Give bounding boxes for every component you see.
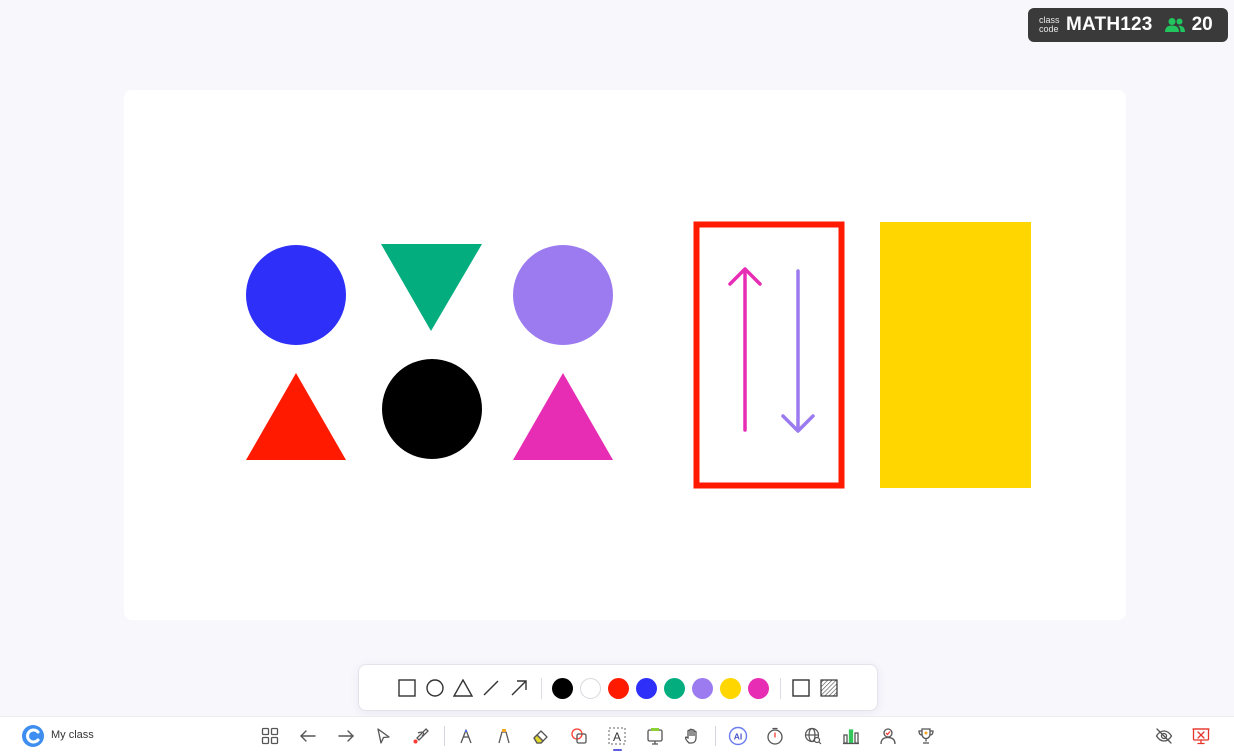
back-arrow-icon[interactable] xyxy=(297,725,319,747)
whiteboard-canvas[interactable] xyxy=(124,90,1126,620)
hand-icon[interactable] xyxy=(681,725,703,747)
line-icon[interactable] xyxy=(480,677,502,699)
arrow-icon[interactable] xyxy=(508,677,530,699)
shape-palette xyxy=(358,664,878,711)
participants: 20 xyxy=(1164,14,1213,36)
color-green-swatch[interactable] xyxy=(664,678,685,699)
class-name[interactable]: My class xyxy=(51,729,94,741)
student-pick-icon[interactable] xyxy=(877,725,899,747)
svg-text:AI: AI xyxy=(734,732,743,742)
color-black-swatch[interactable] xyxy=(552,678,573,699)
web-search-icon[interactable] xyxy=(802,725,824,747)
red-rectangle-outline-shape[interactable] xyxy=(693,221,845,489)
pink-triangle-shape[interactable] xyxy=(513,373,613,460)
color-white-swatch[interactable] xyxy=(580,678,601,699)
toolbar-divider xyxy=(444,726,445,746)
app-logo-icon[interactable] xyxy=(21,724,45,748)
participant-count: 20 xyxy=(1191,14,1213,35)
red-triangle-shape[interactable] xyxy=(246,373,346,460)
color-yellow-swatch[interactable] xyxy=(720,678,741,699)
eraser-icon[interactable] xyxy=(530,725,552,747)
outline-square-icon[interactable] xyxy=(790,677,812,699)
poll-chart-icon[interactable] xyxy=(840,725,862,747)
shapes-icon[interactable] xyxy=(568,725,590,747)
class-code-label: class code xyxy=(1039,15,1060,34)
pink-arrow-up-shape[interactable] xyxy=(728,267,762,432)
palette-divider xyxy=(780,678,781,699)
green-triangle-down-shape[interactable] xyxy=(381,244,482,331)
square-icon[interactable] xyxy=(396,677,418,699)
highlighter-icon[interactable] xyxy=(493,725,515,747)
hide-icon[interactable] xyxy=(1153,725,1175,747)
purple-arrow-down-shape[interactable] xyxy=(781,269,815,433)
text-icon[interactable]: A xyxy=(606,725,628,747)
palette-divider xyxy=(541,678,542,699)
ai-icon[interactable]: AI xyxy=(727,725,749,747)
class-code-value: MATH123 xyxy=(1066,14,1153,35)
board-drawing xyxy=(246,221,1031,489)
hatched-fill-icon[interactable] xyxy=(818,677,840,699)
bottom-toolbar: My class A AI xyxy=(0,716,1234,756)
color-pink-swatch[interactable] xyxy=(748,678,769,699)
people-icon xyxy=(1164,18,1185,32)
end-presentation-icon[interactable] xyxy=(1190,725,1212,747)
svg-text:A: A xyxy=(613,730,621,744)
timer-icon[interactable] xyxy=(764,725,786,747)
grid-icon[interactable] xyxy=(259,725,281,747)
color-blue-swatch[interactable] xyxy=(636,678,657,699)
active-tool-indicator xyxy=(613,749,622,751)
toolbar-divider xyxy=(715,726,716,746)
triangle-icon[interactable] xyxy=(452,677,474,699)
select-pointer-icon[interactable] xyxy=(372,725,394,747)
class-code-badge: class code MATH123 20 xyxy=(1028,8,1228,42)
pen-icon[interactable] xyxy=(455,725,477,747)
purple-circle-shape[interactable] xyxy=(513,245,613,345)
color-red-swatch[interactable] xyxy=(608,678,629,699)
black-circle-shape[interactable] xyxy=(382,359,482,459)
sticky-note-icon[interactable] xyxy=(644,725,666,747)
blue-circle-shape[interactable] xyxy=(246,245,346,345)
circle-icon[interactable] xyxy=(424,677,446,699)
yellow-rectangle-shape[interactable] xyxy=(880,222,1031,488)
color-purple-swatch[interactable] xyxy=(692,678,713,699)
laser-pen-icon[interactable] xyxy=(410,725,432,747)
forward-arrow-icon[interactable] xyxy=(335,725,357,747)
trophy-icon[interactable] xyxy=(915,725,937,747)
